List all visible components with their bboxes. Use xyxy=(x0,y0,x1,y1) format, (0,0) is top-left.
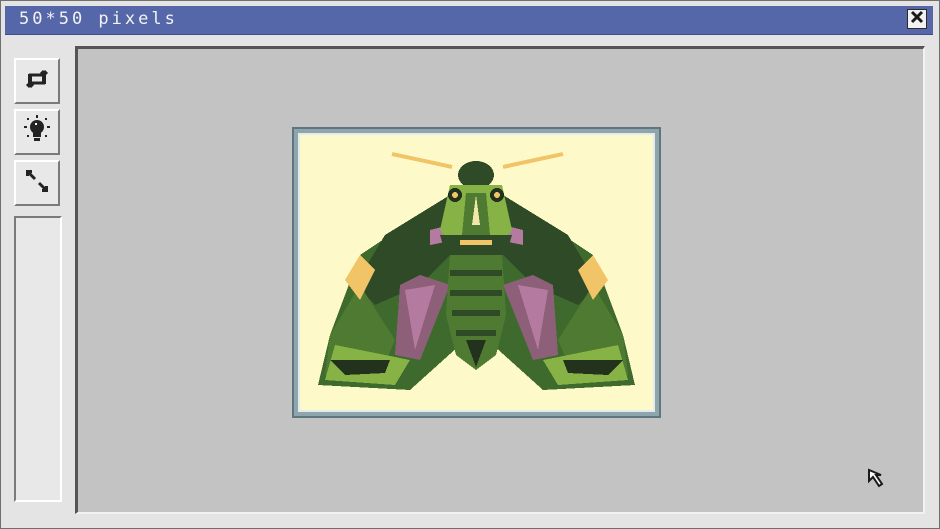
refresh-icon xyxy=(22,64,52,98)
mouse-pointer-icon xyxy=(866,467,890,491)
refresh-button[interactable] xyxy=(14,58,60,104)
image-frame xyxy=(292,127,661,418)
close-icon xyxy=(909,9,925,29)
app-window: 50*50 pixels xyxy=(0,0,940,529)
resize-button[interactable] xyxy=(14,160,60,206)
lightbulb-button[interactable] xyxy=(14,109,60,155)
title-bar[interactable]: 50*50 pixels xyxy=(5,6,933,35)
close-button[interactable] xyxy=(907,9,927,29)
tool-panel xyxy=(13,58,63,508)
canvas-area[interactable] xyxy=(75,46,925,514)
lightbulb-icon xyxy=(21,114,53,150)
tool-panel-empty-area xyxy=(14,216,62,502)
pixel-art-canvas xyxy=(298,133,655,412)
resize-icon xyxy=(22,166,52,200)
moth-image xyxy=(318,152,635,390)
window-title: 50*50 pixels xyxy=(19,9,178,29)
